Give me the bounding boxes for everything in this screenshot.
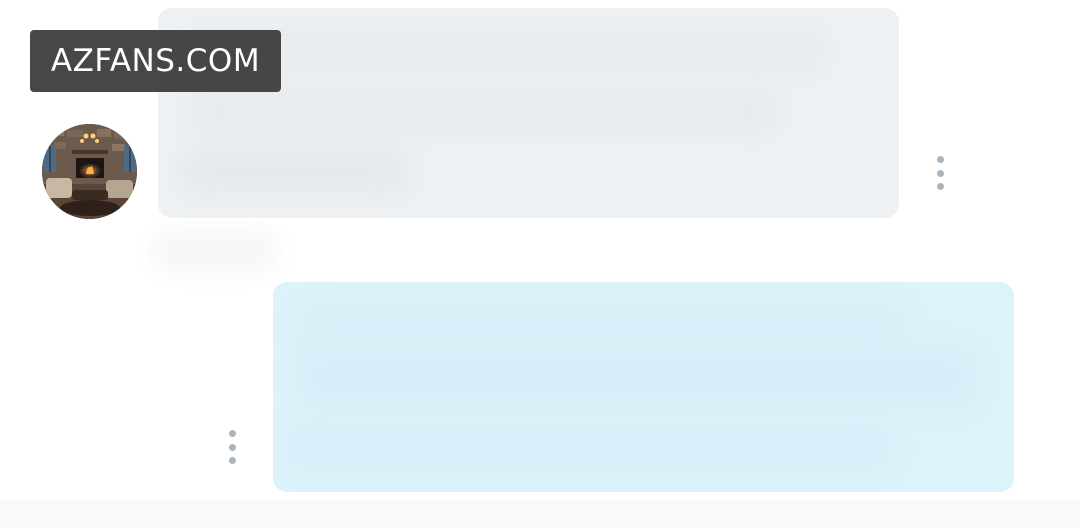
- blurred-text-line: [188, 88, 778, 136]
- bottom-edge: [0, 500, 1080, 528]
- kebab-dot: [228, 443, 236, 451]
- outgoing-message-bubble[interactable]: [273, 282, 1014, 492]
- kebab-dot: [228, 430, 236, 437]
- blurred-text-line: [180, 148, 410, 194]
- blurred-text-line: [298, 348, 978, 408]
- fireplace-photo-icon: [42, 124, 137, 219]
- more-vertical-icon[interactable]: [932, 156, 948, 190]
- kebab-dot: [936, 156, 944, 163]
- watermark: AZFANS.COM: [30, 30, 281, 92]
- more-vertical-icon[interactable]: [224, 430, 240, 464]
- kebab-dot: [936, 183, 944, 190]
- kebab-dot: [936, 169, 944, 177]
- blurred-timestamp: [150, 228, 280, 274]
- kebab-dot: [228, 457, 236, 464]
- blurred-text-line: [188, 26, 828, 76]
- chat-conversation: AZFANS.COM: [0, 0, 1080, 528]
- blurred-text-line: [283, 422, 893, 472]
- watermark-text: AZFANS.COM: [50, 43, 261, 79]
- avatar[interactable]: [42, 124, 137, 219]
